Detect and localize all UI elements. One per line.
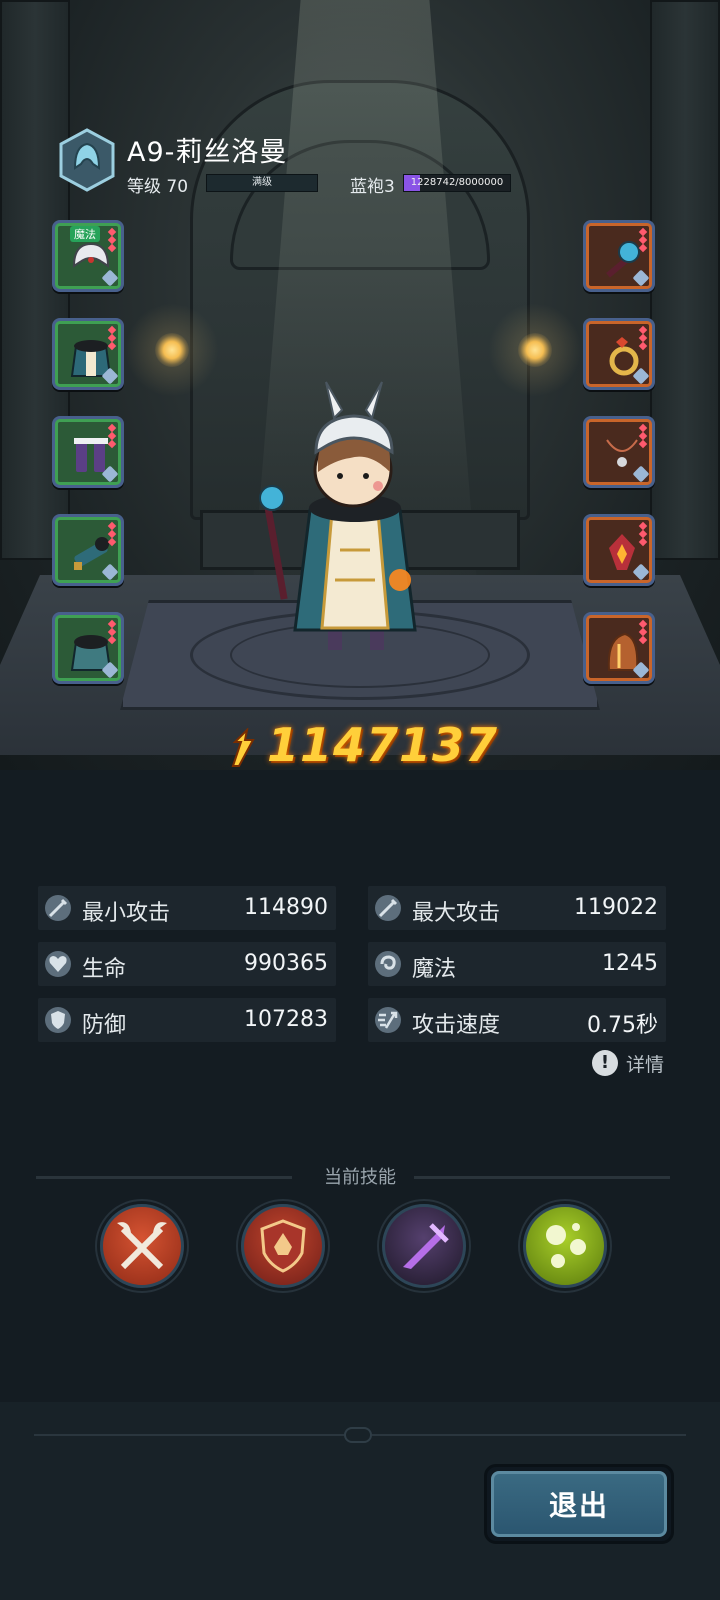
skill-crest-shield[interactable] <box>241 1204 325 1288</box>
character-scene: A9-莉丝洛曼 等级 70 满级 蓝袍3 1228742/8000000 魔法 <box>0 0 720 770</box>
stat-label: 最小攻击 <box>82 901 171 926</box>
combat-power: 1147137 <box>225 718 505 776</box>
rank-label: 蓝袍3 <box>350 177 395 197</box>
equip-slot-emblem[interactable] <box>583 514 655 586</box>
purple-blade-icon <box>403 1223 449 1269</box>
stat-value: 114890 <box>244 895 328 920</box>
equip-slot-bracer[interactable] <box>52 514 124 586</box>
equip-slot-armor[interactable] <box>52 318 124 390</box>
equip-slot-ring[interactable] <box>583 318 655 390</box>
crossed-axes-icon <box>117 1222 167 1270</box>
hero-character[interactable] <box>250 360 450 660</box>
skills-title: 当前技能 <box>324 1167 396 1188</box>
stat-value: 107283 <box>244 1007 328 1032</box>
details-label: 详情 <box>625 1053 664 1076</box>
exp-text: 1228742/8000000 <box>410 177 504 188</box>
level-label: 等级 70 <box>127 177 189 197</box>
equip-slot-weapon[interactable] <box>583 220 655 292</box>
stat-label: 魔法 <box>412 957 457 982</box>
combat-power-value: 1147137 <box>267 718 499 772</box>
equip-slot-necklace[interactable] <box>583 416 655 488</box>
magic-swirl-icon <box>375 951 401 977</box>
details-button[interactable]: ! 详情 <box>591 1049 664 1077</box>
exit-button-label: 退出 <box>548 1489 609 1522</box>
stat-defense: 防御 107283 <box>38 998 336 1042</box>
stat-min-attack: 最小攻击 114890 <box>38 886 336 930</box>
stat-label: 攻击速度 <box>412 1013 501 1038</box>
shield-icon <box>45 1007 71 1033</box>
equip-slot-helmet[interactable]: 魔法 <box>52 220 124 292</box>
stat-value: 990365 <box>244 951 328 976</box>
exit-button[interactable]: 退出 <box>484 1464 674 1544</box>
stat-label: 防御 <box>82 1013 127 1038</box>
level-bar-text: 满级 <box>252 177 272 188</box>
crest-shield-icon <box>260 1219 306 1273</box>
right-wall-pillar <box>650 0 720 560</box>
power-icon <box>231 728 255 767</box>
character-name: A9-莉丝洛曼 <box>127 137 288 168</box>
green-orbs-icon <box>546 1223 586 1268</box>
sword-icon <box>45 895 71 921</box>
slot-tag: 魔法 <box>70 226 100 242</box>
stat-label: 生命 <box>82 957 127 982</box>
stat-mp: 魔法 1245 <box>368 942 666 986</box>
left-torch-icon <box>125 303 219 397</box>
stat-attack-speed: 攻击速度 0.75秒 <box>368 998 666 1042</box>
bottom-ornament <box>344 1427 372 1443</box>
exp-bar: 1228742/8000000 <box>403 174 511 192</box>
level-bar: 满级 <box>206 174 318 192</box>
stat-value: 119022 <box>574 895 658 920</box>
skill-purple-blade[interactable] <box>382 1204 466 1288</box>
exclamation-icon: ! <box>591 1050 618 1076</box>
stat-max-attack: 最大攻击 119022 <box>368 886 666 930</box>
stat-value: 1245 <box>602 951 658 976</box>
equip-slot-cloak[interactable] <box>52 612 124 684</box>
sword-icon <box>375 895 401 921</box>
skill-crossed-axes[interactable] <box>100 1204 184 1288</box>
right-torch-icon <box>488 303 582 397</box>
class-badge-icon <box>59 128 115 192</box>
equip-slot-boots[interactable] <box>52 416 124 488</box>
speed-icon <box>375 1007 401 1033</box>
stat-value: 0.75秒 <box>587 1013 658 1038</box>
heart-icon <box>45 951 71 977</box>
equip-slot-mask[interactable] <box>583 612 655 684</box>
stat-label: 最大攻击 <box>412 901 501 926</box>
stat-hp: 生命 990365 <box>38 942 336 986</box>
skill-green-orbs[interactable] <box>523 1204 607 1288</box>
